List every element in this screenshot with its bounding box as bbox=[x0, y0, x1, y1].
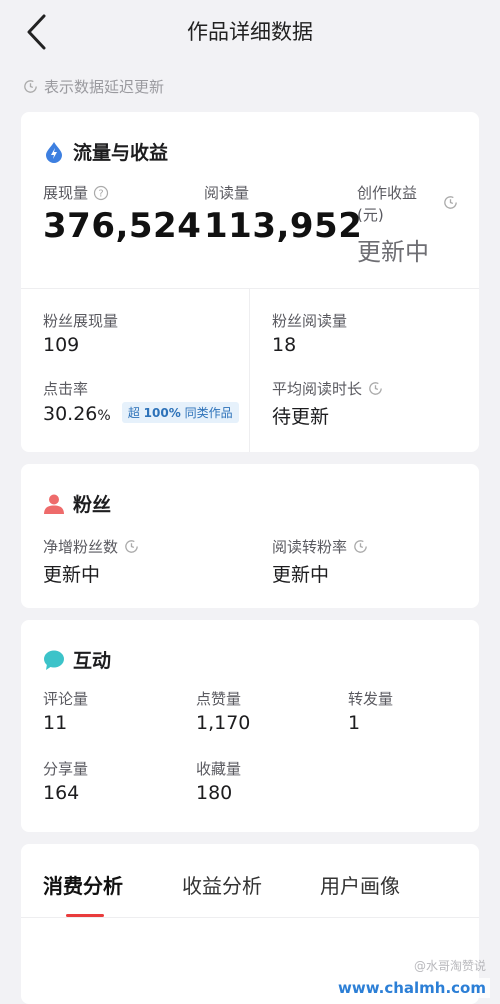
delay-notice-text: 表示数据延迟更新 bbox=[44, 78, 165, 96]
badge-prefix: 超 bbox=[127, 406, 140, 420]
ctr-row: 30.26% 超 100% 同类作品 bbox=[43, 402, 239, 425]
divider bbox=[21, 917, 479, 918]
read-to-fan-rate-label: 阅读转粉率 bbox=[272, 536, 369, 557]
fan-impressions-value: 109 bbox=[43, 334, 80, 356]
net-new-fans-label-text: 净增粉丝数 bbox=[43, 538, 119, 556]
comments-value: 11 bbox=[43, 712, 68, 734]
reposts-label: 转发量 bbox=[348, 690, 394, 708]
badge-suffix: 同类作品 bbox=[184, 406, 233, 420]
ctr-value: 30.26 bbox=[43, 403, 98, 425]
clock-icon bbox=[125, 540, 138, 553]
impressions-label-text: 展现量 bbox=[43, 184, 89, 202]
avg-read-time-value: 待更新 bbox=[272, 406, 330, 428]
tab-user-profile[interactable]: 用户画像 bbox=[320, 870, 400, 899]
earnings-value: 更新中 bbox=[357, 238, 429, 266]
traffic-earnings-card: 流量与收益 展现量 ? 376,524 阅读量 113,952 创作收益 (元)… bbox=[21, 112, 479, 452]
fans-title-text: 粉丝 bbox=[73, 494, 112, 516]
earnings-label-line2: (元) bbox=[357, 206, 384, 224]
divider bbox=[249, 288, 250, 452]
watermark-site: www.chalmh.com bbox=[334, 978, 490, 998]
top-bar: 作品详细数据 bbox=[0, 0, 500, 64]
interaction-card: 互动 评论量 11 点赞量 1,170 转发量 1 分享量 164 收藏量 18… bbox=[21, 620, 479, 832]
interaction-section-title: 互动 bbox=[43, 646, 111, 673]
fan-reads-label: 粉丝阅读量 bbox=[272, 312, 348, 330]
reads-value: 113,952 bbox=[204, 206, 363, 246]
traffic-section-title: 流量与收益 bbox=[43, 138, 168, 165]
shares-value: 164 bbox=[43, 782, 80, 804]
net-new-fans-value: 更新中 bbox=[43, 564, 101, 586]
person-icon bbox=[44, 494, 64, 514]
likes-label: 点赞量 bbox=[196, 690, 242, 708]
impressions-value: 376,524 bbox=[43, 206, 202, 246]
fan-impressions-label: 粉丝展现量 bbox=[43, 312, 119, 330]
tab-earnings-analysis[interactable]: 收益分析 bbox=[182, 870, 262, 899]
favorites-value: 180 bbox=[196, 782, 233, 804]
tab-consumption-analysis[interactable]: 消费分析 bbox=[43, 870, 123, 899]
clock-icon bbox=[354, 540, 367, 553]
svg-text:?: ? bbox=[98, 188, 103, 199]
traffic-title-text: 流量与收益 bbox=[73, 142, 169, 164]
fan-reads-value: 18 bbox=[272, 334, 297, 356]
ctr-unit: % bbox=[97, 408, 111, 424]
clock-icon bbox=[24, 80, 37, 93]
watermark-source: @水哥淘赞说 bbox=[413, 959, 486, 973]
analysis-tab-bar: 消费分析 收益分析 用户画像 bbox=[21, 844, 479, 917]
divider bbox=[21, 288, 479, 289]
avg-read-time-label-text: 平均阅读时长 bbox=[272, 380, 363, 398]
lightning-drop-icon bbox=[46, 141, 62, 163]
reads-label: 阅读量 bbox=[204, 184, 250, 202]
read-to-fan-rate-label-text: 阅读转粉率 bbox=[272, 538, 348, 556]
clock-icon bbox=[444, 196, 457, 209]
reposts-value: 1 bbox=[348, 712, 361, 734]
clock-icon bbox=[369, 382, 382, 395]
comments-label: 评论量 bbox=[43, 690, 89, 708]
ctr-label: 点击率 bbox=[43, 380, 89, 398]
page-title: 作品详细数据 bbox=[187, 20, 313, 44]
chat-bubble-icon bbox=[44, 650, 64, 670]
likes-value: 1,170 bbox=[196, 712, 251, 734]
shares-label: 分享量 bbox=[43, 760, 89, 778]
ctr-comparison-badge: 超 100% 同类作品 bbox=[121, 402, 239, 423]
badge-percent: 100% bbox=[143, 406, 181, 420]
impressions-label: 展现量 ? bbox=[43, 182, 109, 203]
net-new-fans-label: 净增粉丝数 bbox=[43, 536, 140, 557]
avg-read-time-label: 平均阅读时长 bbox=[272, 378, 384, 399]
question-icon[interactable]: ? bbox=[93, 185, 109, 201]
interaction-title-text: 互动 bbox=[73, 650, 112, 672]
delay-notice: 表示数据延迟更新 bbox=[22, 76, 164, 97]
earnings-label: 创作收益 (元) bbox=[357, 182, 417, 226]
read-to-fan-rate-value: 更新中 bbox=[272, 564, 330, 586]
fans-card: 粉丝 净增粉丝数 更新中 阅读转粉率 更新中 bbox=[21, 464, 479, 608]
earnings-label-line1: 创作收益 bbox=[357, 184, 418, 202]
fans-section-title: 粉丝 bbox=[43, 490, 111, 517]
favorites-label: 收藏量 bbox=[196, 760, 242, 778]
